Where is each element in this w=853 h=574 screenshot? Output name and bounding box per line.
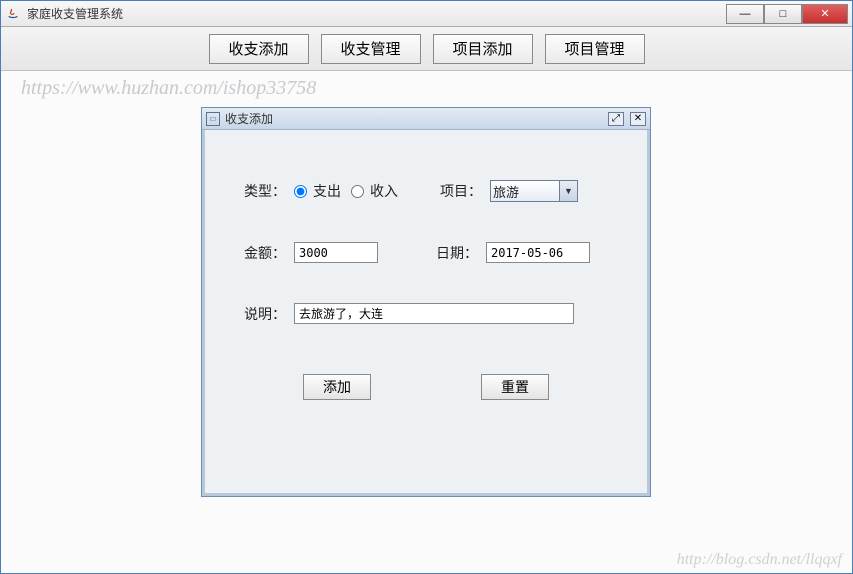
- project-label: 项目：: [426, 181, 482, 201]
- internal-frame-maximize-button[interactable]: ⤢: [608, 112, 624, 126]
- minimize-button[interactable]: —: [726, 4, 764, 24]
- description-label: 说明：: [230, 304, 286, 324]
- internal-frame-title: 收支添加: [225, 110, 608, 127]
- radio-expense-label: 支出: [313, 181, 341, 201]
- project-combo-value: 旅游: [493, 182, 519, 201]
- description-input[interactable]: [294, 303, 574, 324]
- date-label: 日期：: [422, 243, 478, 263]
- window-title: 家庭收支管理系统: [27, 5, 726, 22]
- amount-label: 金额：: [230, 243, 286, 263]
- app-window: 家庭收支管理系统 — □ ✕ 收支添加 收支管理 项目添加 项目管理 https…: [0, 0, 853, 574]
- watermark-top: https://www.huzhan.com/ishop33758: [21, 77, 316, 100]
- date-input[interactable]: [486, 242, 590, 263]
- internal-frame-add-transaction: ▭ 收支添加 ⤢ ✕ 类型： 支出 收入 项目：: [201, 107, 651, 497]
- add-button[interactable]: 添加: [303, 374, 371, 400]
- row-amount-date: 金额： 日期：: [230, 242, 622, 263]
- java-icon: [5, 6, 21, 22]
- button-row: 添加 重置: [230, 374, 622, 400]
- radio-income[interactable]: [351, 185, 364, 198]
- internal-frame-titlebar[interactable]: ▭ 收支添加 ⤢ ✕: [202, 108, 650, 130]
- manage-project-button[interactable]: 项目管理: [545, 34, 645, 64]
- client-area: https://www.huzhan.com/ishop33758 http:/…: [1, 71, 852, 573]
- close-button[interactable]: ✕: [802, 4, 848, 24]
- project-combo[interactable]: 旅游 ▼: [490, 180, 578, 202]
- row-type-project: 类型： 支出 收入 项目： 旅游 ▼: [230, 180, 622, 202]
- window-buttons: — □ ✕: [726, 4, 848, 24]
- type-radio-group: 支出 收入: [294, 181, 398, 201]
- add-transaction-button[interactable]: 收支添加: [209, 34, 309, 64]
- internal-frame-icon: ▭: [206, 112, 220, 126]
- amount-input[interactable]: [294, 242, 378, 263]
- main-toolbar: 收支添加 收支管理 项目添加 项目管理: [1, 27, 852, 71]
- reset-button[interactable]: 重置: [481, 374, 549, 400]
- row-description: 说明：: [230, 303, 622, 324]
- internal-frame-close-button[interactable]: ✕: [630, 112, 646, 126]
- chevron-down-icon: ▼: [559, 181, 577, 201]
- watermark-bottom: http://blog.csdn.net/llqqxf: [677, 551, 842, 569]
- window-titlebar: 家庭收支管理系统 — □ ✕: [1, 1, 852, 27]
- radio-income-label: 收入: [370, 181, 398, 201]
- add-project-button[interactable]: 项目添加: [433, 34, 533, 64]
- maximize-button[interactable]: □: [764, 4, 802, 24]
- radio-expense[interactable]: [294, 185, 307, 198]
- form-body: 类型： 支出 收入 项目： 旅游 ▼ 金额：: [202, 130, 650, 496]
- manage-transaction-button[interactable]: 收支管理: [321, 34, 421, 64]
- type-label: 类型：: [230, 181, 286, 201]
